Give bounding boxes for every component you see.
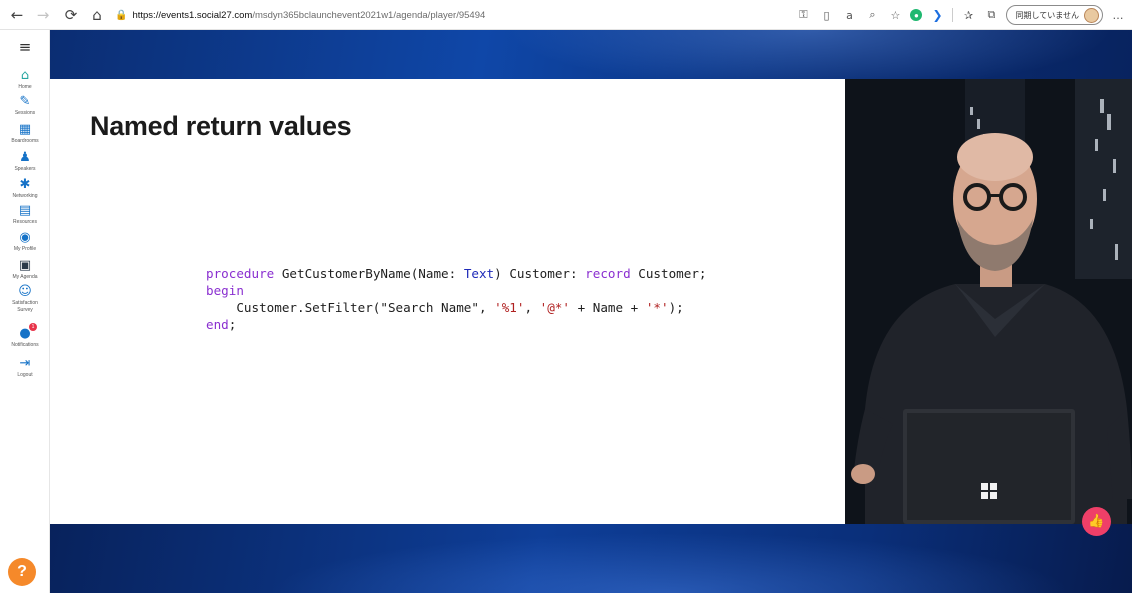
sidebar-item-label: Logout (17, 372, 33, 378)
bell-icon: ● (19, 326, 31, 341)
menu-icon[interactable]: ≡ (0, 38, 50, 56)
code-text: ); (668, 300, 684, 315)
slide-title: Named return values (90, 111, 352, 141)
browser-toolbar: ← → ⟳ ⌂ 🔒 https://events1.social27.com/m… (0, 0, 1132, 30)
code-keyword: end (206, 317, 229, 332)
video-top-banner (50, 30, 1132, 79)
notification-badge: 1 (29, 323, 37, 331)
sidebar-item-boardrooms[interactable]: ▦ Boardrooms (0, 122, 50, 144)
video-player[interactable]: Named return values procedure GetCustome… (50, 30, 1132, 593)
back-button[interactable]: ← (4, 2, 30, 28)
url-path: /msdyn365bclaunchevent2021w1/agenda/play… (252, 9, 486, 21)
sidebar-item-label: Boardrooms (11, 138, 39, 144)
code-text: Customer.SetFilter("Search Name", (206, 300, 495, 315)
resources-icon: ▤ (18, 203, 32, 218)
extension-green-icon[interactable]: ● (910, 9, 923, 21)
zoom-icon[interactable]: ⌕ (864, 7, 880, 23)
profile-avatar (1084, 7, 1099, 23)
code-text: ) Customer: (494, 266, 586, 281)
home-icon: ⌂ (20, 68, 30, 83)
toolbar-divider (952, 8, 954, 22)
sidebar-item-satisfaction-survey[interactable]: ☺ Satisfaction Survey (0, 284, 50, 313)
speaker-icon: ♟ (19, 150, 31, 165)
logout-icon: ⇥ (19, 356, 31, 371)
sidebar-item-label: My Agenda (12, 274, 38, 280)
sidebar-item-label: Home (18, 84, 32, 90)
sidebar-item-my-profile[interactable]: ◉ My Profile (0, 230, 50, 252)
sidebar-item-resources[interactable]: ▤ Resources (0, 203, 50, 225)
refresh-button[interactable]: ⟳ (58, 2, 84, 28)
code-text: ; (228, 317, 237, 332)
sidebar-item-label-line2: Survey (17, 307, 33, 313)
read-aloud-icon[interactable]: a (841, 7, 857, 23)
key-icon[interactable]: ⚿ (795, 7, 811, 23)
sidebar-item-label: Speakers (14, 166, 36, 172)
profile-icon: ◉ (19, 230, 31, 245)
survey-icon: ☺ (18, 284, 32, 299)
code-string: '%1' (494, 300, 525, 315)
boardroom-icon: ▦ (18, 122, 32, 137)
speaker-video-feed (845, 79, 1132, 524)
code-keyword: procedure (206, 266, 275, 281)
sync-status-label: 同期していません (1015, 10, 1079, 20)
sidebar-item-networking[interactable]: ✱ Networking (0, 177, 50, 199)
sidebar-item-logout[interactable]: ⇥ Logout (0, 356, 50, 378)
url-host: https://events1.social27.com (132, 9, 253, 21)
code-text: , (524, 300, 540, 315)
lock-icon: 🔒 (115, 9, 128, 21)
video-bottom-banner (50, 524, 1132, 593)
sidebar-item-speakers[interactable]: ♟ Speakers (0, 150, 50, 172)
collections-icon[interactable]: ⧉ (983, 7, 999, 23)
code-string: '*' (645, 300, 669, 315)
profile-sync-button[interactable]: 同期していません (1006, 5, 1103, 25)
code-string: '@*' (539, 300, 570, 315)
pencil-icon: ✎ (19, 94, 31, 109)
sidebar-item-home[interactable]: ⌂ Home (0, 68, 50, 90)
networking-icon: ✱ (19, 177, 31, 192)
sidebar-item-label: Resources (13, 219, 37, 225)
sidebar-item-notifications[interactable]: ● 1 Notifications (0, 323, 50, 348)
code-text: Customer; (630, 266, 707, 281)
home-button[interactable]: ⌂ (84, 2, 110, 28)
like-button[interactable]: 👍 (1082, 507, 1111, 536)
immersive-reader-icon[interactable]: ▯ (818, 7, 834, 23)
address-bar[interactable]: 🔒 https://events1.social27.com/msdyn365b… (115, 5, 795, 25)
sidebar-item-sessions[interactable]: ✎ Sessions (0, 94, 50, 116)
presentation-slide: Named return values procedure GetCustome… (50, 79, 845, 524)
sidebar-item-my-agenda[interactable]: ▣ My Agenda (0, 258, 50, 280)
left-sidebar: ≡ ⌂ Home ✎ Sessions ▦ Boardrooms ♟ Speak… (0, 30, 50, 593)
code-text: GetCustomerByName(Name: (274, 266, 464, 281)
sidebar-item-label: Sessions (14, 110, 36, 116)
forward-button[interactable]: → (30, 2, 56, 28)
sidebar-item-label: My Profile (13, 246, 37, 252)
code-text: + Name + (569, 300, 646, 315)
extension-arrow-icon[interactable]: ❯ (929, 7, 945, 23)
code-keyword: record (585, 266, 631, 281)
more-menu-icon[interactable]: … (1110, 7, 1126, 23)
agenda-icon: ▣ (18, 258, 32, 273)
sidebar-item-label: Satisfaction (12, 300, 38, 306)
code-type: Text (463, 266, 495, 281)
browser-actions: ⚿ ▯ a ⌕ ☆ ● ❯ ✰ ⧉ 同期していません … (795, 4, 1126, 26)
favorites-icon[interactable]: ✰ (960, 7, 976, 23)
code-block: procedure GetCustomerByName(Name: Text) … (206, 265, 706, 333)
speaker-image (845, 79, 1132, 524)
sidebar-item-label: Networking (12, 193, 38, 199)
code-keyword: begin (206, 283, 244, 298)
favorite-add-icon[interactable]: ☆ (887, 7, 903, 23)
sidebar-item-label: Notifications (11, 342, 39, 348)
help-button[interactable]: ? (8, 558, 36, 586)
